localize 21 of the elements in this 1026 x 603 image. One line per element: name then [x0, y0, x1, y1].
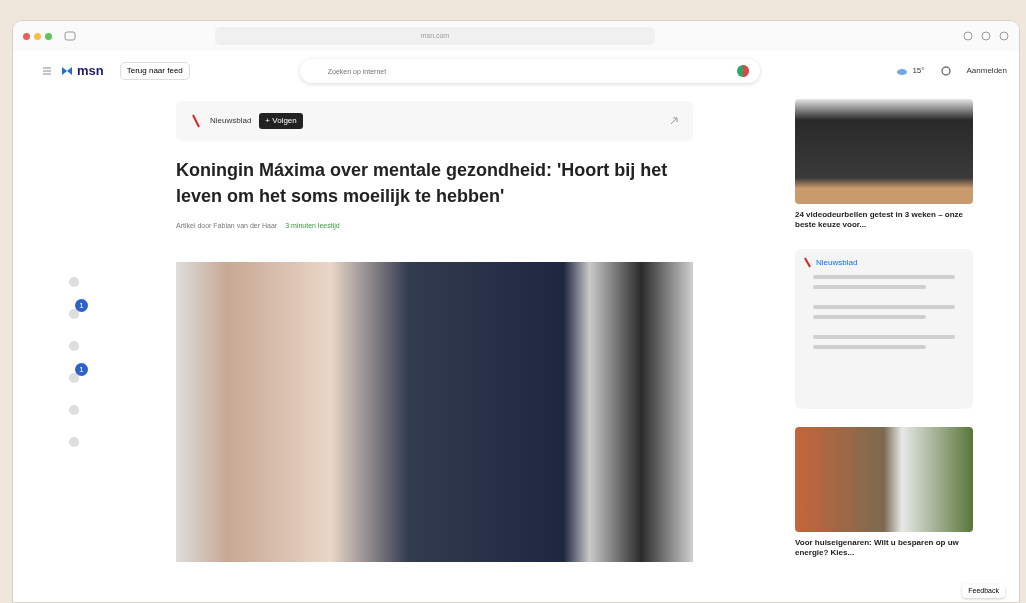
article-title: Koningin Máxima over mentale gezondheid: 'Hoort bij het leven om het soms moeilijk te hebben'	[176, 159, 669, 209]
publisher-logo-icon	[190, 114, 202, 128]
rail-icon[interactable]	[68, 308, 81, 321]
signin-link[interactable]: Aanmelden	[966, 65, 1007, 77]
menu-icon[interactable]	[43, 67, 51, 75]
cloud-icon	[896, 66, 909, 76]
rail-icon[interactable]	[68, 372, 81, 385]
count-badge: 1	[75, 299, 88, 312]
count-badge: 1	[75, 363, 88, 376]
weather-text[interactable]: 15°	[912, 65, 925, 77]
card-headline[interactable]: Voor huiseigenaren: Wilt u besparen op uw energie? Kies...	[795, 537, 973, 559]
share-icon[interactable]	[669, 116, 679, 126]
publisher-logo-icon	[803, 257, 812, 269]
card-title[interactable]: Nieuwsblad	[816, 256, 858, 269]
card-headline[interactable]: 24 videodeurbellen getest in 3 weken – onze beste keuze voor...	[795, 210, 973, 231]
back-button[interactable]: Terug naar feed	[119, 62, 190, 80]
msn-logo[interactable]: msn	[61, 61, 104, 81]
logo-text: msn	[77, 62, 104, 81]
publisher-name[interactable]: Nieuwsblad	[210, 115, 252, 127]
follow-button[interactable]: + Volgen	[259, 113, 303, 129]
sidebar-icon[interactable]	[64, 31, 76, 41]
